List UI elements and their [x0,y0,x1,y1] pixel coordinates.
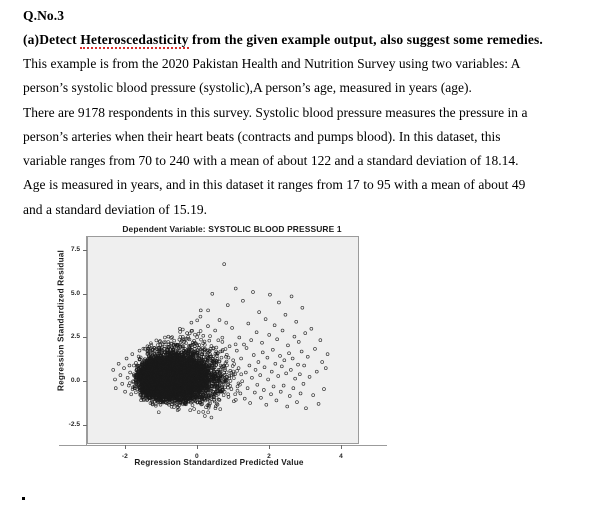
trailing-mark [22,497,25,500]
chart-title: Dependent Variable: SYSTOLIC BLOOD PRESS… [122,224,342,234]
x-tick-label: -2 [121,453,128,460]
y-tick-label: 0.0 [70,377,80,385]
paragraph-line: variable ranges from 70 to 240 with a me… [23,153,519,169]
paragraph-line: and a standard deviation of 15.19. [23,201,208,217]
x-tick-label: 4 [339,453,343,460]
y-tick-label: 7.5 [70,245,80,253]
part-label: (a)Detect [23,32,81,47]
question-number: Q.No.3 [23,8,65,23]
x-tick-label: 2 [267,453,271,460]
question-part-a: (a)Detect Heteroscedasticity from the gi… [23,28,598,52]
paragraph-line: There are 9178 respondents in this surve… [23,104,528,120]
spellcheck-word: Heteroscedasticity [80,32,189,49]
scatterplot-figure: Dependent Variable: SYSTOLIC BLOOD PRESS… [30,224,387,474]
paragraph-line: This example is from the 2020 Pakistan H… [23,56,521,71]
x-tick-mark [340,445,342,449]
scatter-points [111,262,330,420]
document-body: Q.No.3 (a)Detect Heteroscedasticity from… [23,4,598,222]
part-rest: from the given example output, also sugg… [188,32,543,47]
paragraph-line: person’s systolic blood pressure (systol… [23,80,472,96]
y-tick-label: 2.5 [70,333,80,341]
x-tick-label: 0 [195,453,199,460]
plot-panel [87,236,359,444]
x-tick-mark [268,445,270,449]
paragraph-line: Age is measured in years, and in this da… [23,177,526,193]
paragraph-line: person’s arteries when their heart beats… [23,128,501,144]
y-tick-label: -2.5 [68,420,80,428]
x-tick-mark [124,445,126,449]
x-axis-line [59,445,387,446]
y-tick-label: 5.0 [70,289,80,297]
x-tick-mark [196,445,198,449]
y-axis-label: Regression Standardized Residual [56,249,66,392]
